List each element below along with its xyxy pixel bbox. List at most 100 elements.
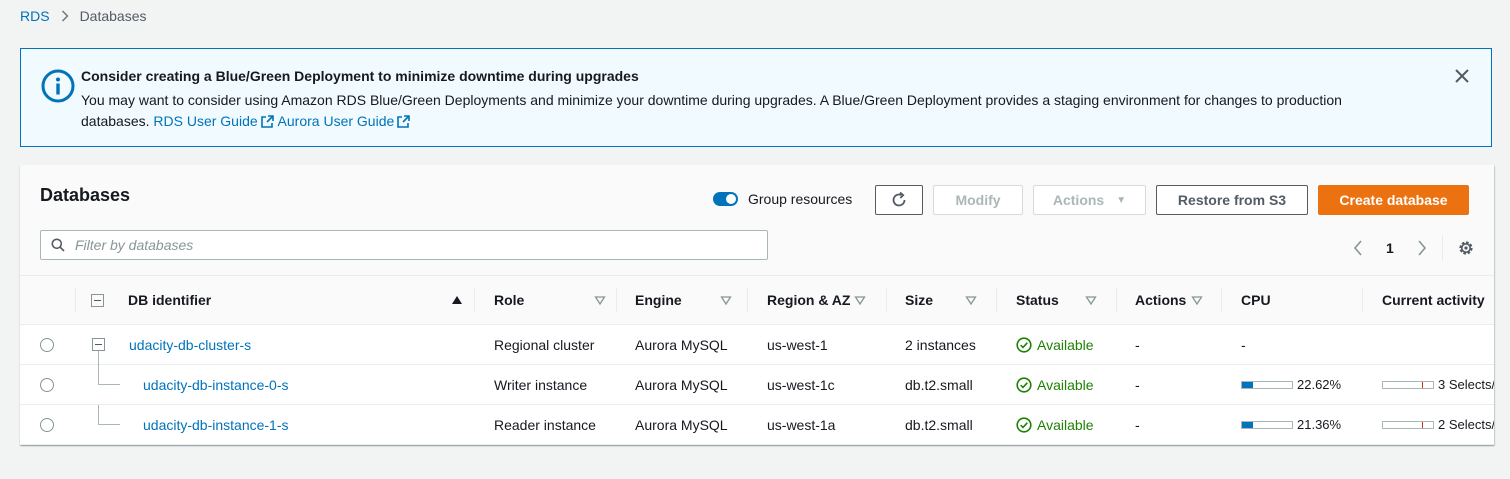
breadcrumb-rds-link[interactable]: RDS (20, 8, 50, 24)
status-text: Available (1037, 336, 1094, 353)
check-circle-icon (1016, 416, 1032, 433)
cpu-bar-fill (1242, 381, 1254, 388)
status-text: Available (1037, 376, 1094, 393)
column-size[interactable]: Size (905, 276, 977, 324)
rds-user-guide-link[interactable]: RDS User Guide (153, 111, 274, 132)
external-link-icon (260, 115, 274, 128)
activity-cell: 3 Selects/ (1382, 365, 1494, 404)
pager-divider (1441, 235, 1443, 261)
aurora-user-guide-label: Aurora User Guide (277, 113, 395, 129)
toggle-switch[interactable] (713, 192, 738, 206)
actions-cell: - (1135, 416, 1140, 433)
page-number[interactable]: 1 (1386, 240, 1394, 256)
external-link-icon (397, 115, 411, 128)
close-icon[interactable] (1453, 67, 1471, 85)
column-current-activity[interactable]: Current activity (1382, 276, 1485, 324)
sort-icon (854, 296, 866, 306)
db-identifier-link[interactable]: udacity-db-cluster-s (129, 337, 251, 353)
refresh-button[interactable] (875, 185, 923, 215)
tree-connector (98, 424, 120, 425)
activity-bar (1382, 420, 1434, 429)
db-identifier-link[interactable]: udacity-db-instance-0-s (143, 377, 289, 393)
collapse-all-icon[interactable] (91, 293, 104, 307)
collapse-group-icon[interactable] (92, 338, 105, 351)
tree-connector (98, 351, 99, 385)
group-resources-label: Group resources (748, 191, 853, 207)
column-label: CPU (1241, 292, 1271, 308)
cpu-utilization-bar (1241, 380, 1293, 389)
column-actions[interactable]: Actions (1135, 276, 1203, 324)
group-resources-toggle[interactable]: Group resources (713, 191, 852, 207)
pagination: 1 (1350, 235, 1475, 261)
create-database-button[interactable]: Create database (1318, 185, 1469, 215)
role-cell: Reader instance (494, 416, 596, 433)
size-cell: db.t2.small (905, 376, 973, 393)
column-engine[interactable]: Engine (635, 276, 732, 324)
status-text: Available (1037, 416, 1094, 433)
column-label: Role (494, 292, 525, 308)
activity-value: 3 Selects/ (1438, 377, 1494, 392)
role-cell: Regional cluster (494, 336, 595, 353)
table-row[interactable]: udacity-db-instance-1-s Reader instance … (20, 405, 1494, 445)
filter-databases-field[interactable] (40, 230, 768, 260)
column-label: Current activity (1382, 292, 1485, 308)
info-icon (41, 69, 75, 103)
filter-databases-input[interactable] (73, 236, 757, 254)
tree-connector (98, 405, 99, 425)
rds-user-guide-label: RDS User Guide (153, 113, 258, 129)
column-region-az[interactable]: Region & AZ (767, 276, 866, 324)
check-circle-icon (1016, 376, 1032, 393)
sort-ascending-icon (452, 296, 462, 304)
gear-icon[interactable] (1457, 239, 1475, 257)
cpu-value: 21.36% (1297, 417, 1342, 432)
chevron-left-icon[interactable] (1350, 240, 1366, 256)
aurora-user-guide-link[interactable]: Aurora User Guide (278, 111, 411, 132)
banner-title: Consider creating a Blue/Green Deploymen… (81, 68, 639, 84)
modify-button[interactable]: Modify (933, 185, 1023, 215)
table-row[interactable]: udacity-db-instance-0-s Writer instance … (20, 351, 1494, 405)
engine-cell: Aurora MySQL (635, 376, 728, 393)
cpu-cell: 21.36% (1241, 405, 1341, 444)
column-label: Engine (635, 292, 682, 308)
region-cell: us-west-1c (767, 376, 835, 393)
activity-cell: 2 Selects/ (1382, 405, 1494, 444)
table-row[interactable]: udacity-db-cluster-s Regional cluster Au… (20, 325, 1494, 365)
row-select-radio[interactable] (40, 337, 54, 352)
breadcrumb-current: Databases (79, 8, 147, 24)
column-role[interactable]: Role (494, 276, 606, 324)
row-select-radio[interactable] (40, 377, 54, 392)
column-db-identifier[interactable]: DB identifier (128, 276, 463, 324)
panel-header: Databases Group resources Modify Actions… (20, 165, 1494, 275)
sort-icon (1191, 296, 1203, 306)
sort-icon (720, 296, 732, 306)
search-icon (51, 238, 65, 252)
cpu-value: 22.62% (1297, 377, 1342, 392)
region-cell: us-west-1a (767, 416, 836, 433)
cpu-cell: 22.62% (1241, 365, 1341, 404)
breadcrumb: RDS Databases (20, 8, 147, 24)
engine-cell: Aurora MySQL (635, 416, 728, 433)
refresh-icon (892, 191, 906, 207)
caret-down-icon: ▼ (1116, 194, 1127, 206)
blue-green-info-banner: Consider creating a Blue/Green Deploymen… (20, 48, 1492, 147)
table-header: DB identifier Role Engine Region & AZ Si… (20, 275, 1494, 325)
actions-dropdown-button[interactable]: Actions ▼ (1033, 185, 1146, 215)
size-cell: 2 instances (905, 336, 976, 353)
databases-panel: Databases Group resources Modify Actions… (20, 165, 1494, 445)
column-cpu[interactable]: CPU (1241, 276, 1271, 324)
actions-cell: - (1135, 336, 1140, 353)
status-cell: Available (1016, 405, 1094, 444)
activity-value: 2 Selects/ (1438, 417, 1494, 432)
db-identifier-link[interactable]: udacity-db-instance-1-s (143, 417, 289, 433)
tree-connector (98, 384, 120, 385)
actions-dropdown-label: Actions (1052, 192, 1105, 208)
select-all-checkbox[interactable] (91, 276, 104, 324)
activity-bar (1382, 380, 1434, 389)
row-select-radio[interactable] (40, 417, 54, 432)
cpu-cell: - (1241, 336, 1246, 353)
column-status[interactable]: Status (1016, 276, 1097, 324)
chevron-right-icon[interactable] (1414, 240, 1430, 256)
restore-from-s3-button[interactable]: Restore from S3 (1156, 185, 1308, 215)
cpu-bar-fill (1242, 421, 1253, 428)
column-label: Actions (1135, 292, 1187, 308)
